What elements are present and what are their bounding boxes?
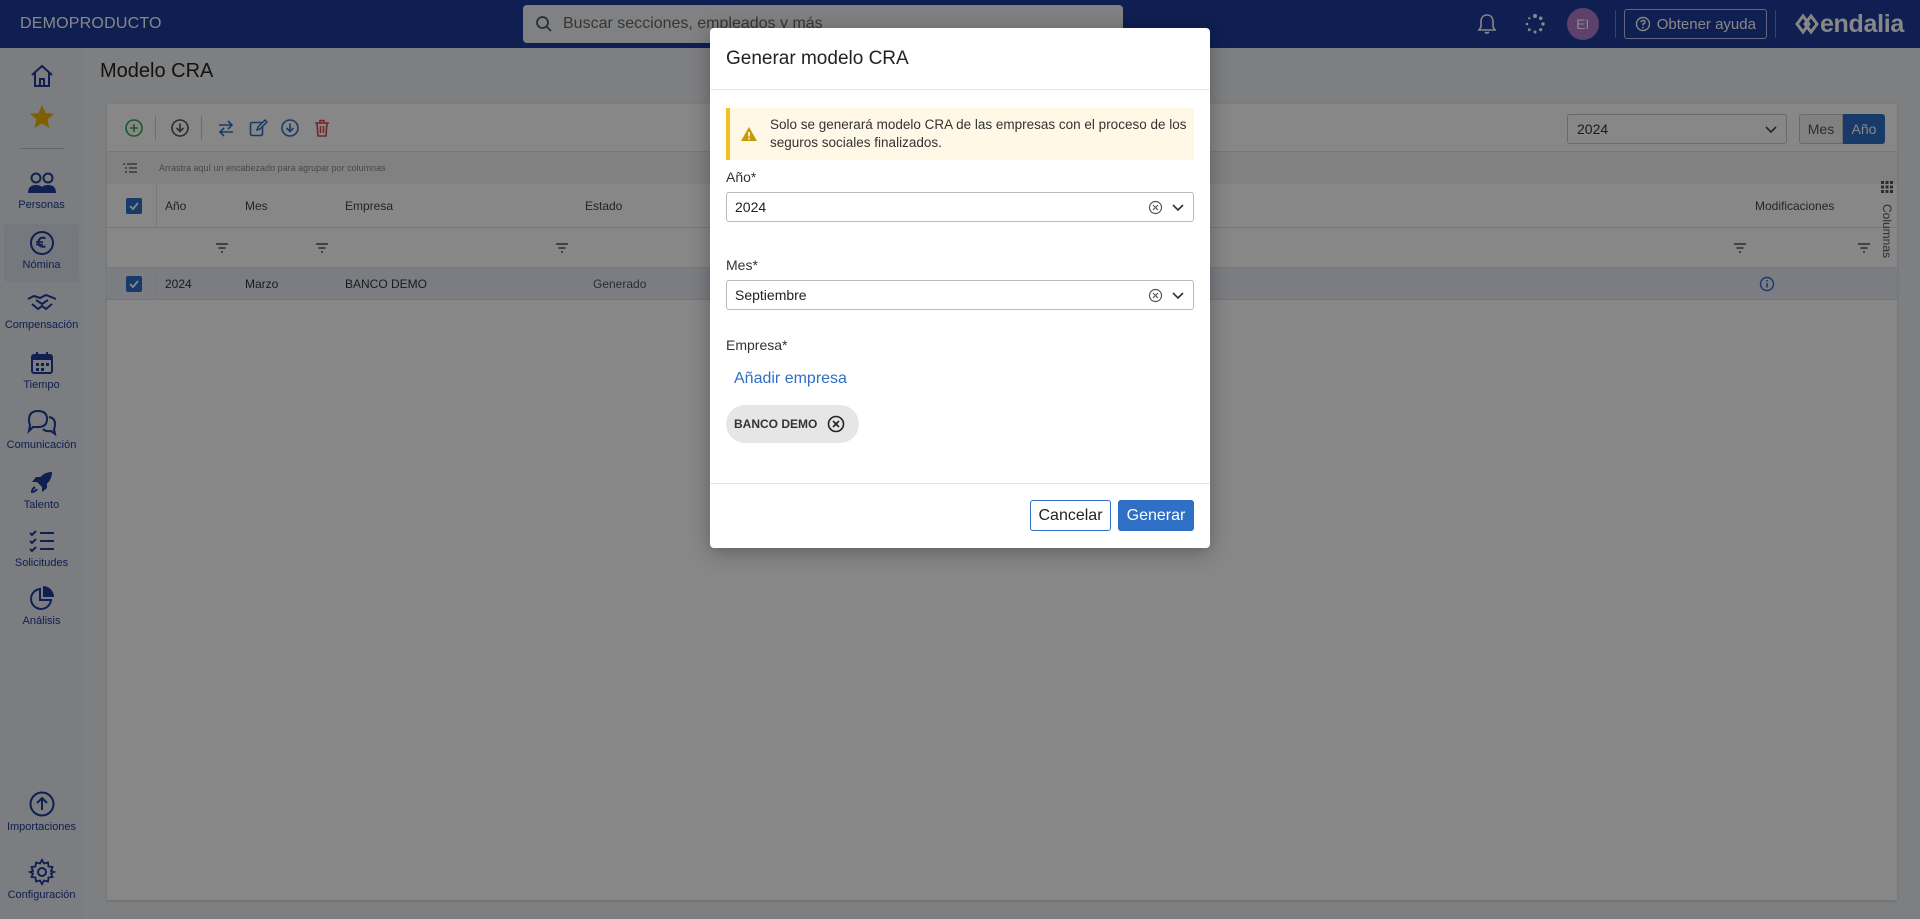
add-company-link[interactable]: Añadir empresa — [734, 370, 847, 388]
month-select-value: Septiembre — [735, 287, 807, 303]
dialog-title: Generar modelo CRA — [710, 28, 1210, 90]
generate-button[interactable]: Generar — [1118, 500, 1194, 531]
dialog-footer: Cancelar Generar — [710, 483, 1210, 548]
cancel-button[interactable]: Cancelar — [1030, 500, 1111, 531]
company-chip: BANCO DEMO — [726, 405, 860, 443]
generate-cra-dialog: Generar modelo CRA Solo se generará mode… — [710, 28, 1210, 548]
clear-icon[interactable] — [1148, 288, 1163, 303]
year-select[interactable]: 2024 — [726, 192, 1194, 222]
clear-icon[interactable] — [1148, 200, 1163, 215]
year-label: Año* — [726, 169, 757, 185]
company-chip-label: BANCO DEMO — [734, 417, 818, 431]
warning-icon — [741, 127, 757, 141]
company-label: Empresa* — [726, 337, 788, 353]
year-select-value: 2024 — [735, 199, 767, 215]
month-select[interactable]: Septiembre — [726, 280, 1194, 310]
chevron-down-icon[interactable] — [1171, 288, 1185, 302]
chevron-down-icon[interactable] — [1171, 200, 1185, 214]
month-label: Mes* — [726, 257, 758, 273]
warning-text: Solo se generará modelo CRA de las empre… — [770, 117, 1187, 150]
remove-chip-icon[interactable] — [827, 415, 845, 433]
warning-alert: Solo se generará modelo CRA de las empre… — [726, 108, 1194, 160]
